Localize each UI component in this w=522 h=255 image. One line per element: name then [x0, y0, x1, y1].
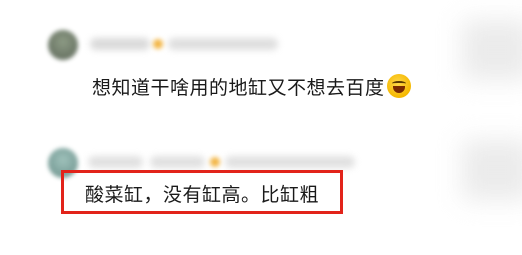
right-edge-blur: [462, 140, 522, 200]
username-blurred: [88, 156, 143, 168]
meta-blurred: [168, 38, 278, 50]
badge-icon: [153, 39, 163, 49]
comment-text: 酸菜缸，没有缸高。比缸粗: [85, 180, 319, 207]
rolling-laughing-emoji-icon: [386, 74, 411, 98]
comment-text: 想知道干啥用的地缸又不想去百度: [92, 73, 411, 100]
badge-icon: [210, 157, 220, 167]
username-blurred: [90, 38, 150, 50]
avatar[interactable]: [48, 30, 78, 60]
comment-text-content: 酸菜缸，没有缸高。比缸粗: [85, 184, 320, 206]
meta-blurred: [225, 156, 355, 168]
meta-blurred: [150, 156, 205, 168]
right-edge-blur: [462, 20, 522, 80]
comment-text-content: 想知道干啥用的地缸又不想去百度: [92, 77, 385, 99]
comment-item: 想知道干啥用的地缸又不想去百度: [0, 0, 522, 120]
